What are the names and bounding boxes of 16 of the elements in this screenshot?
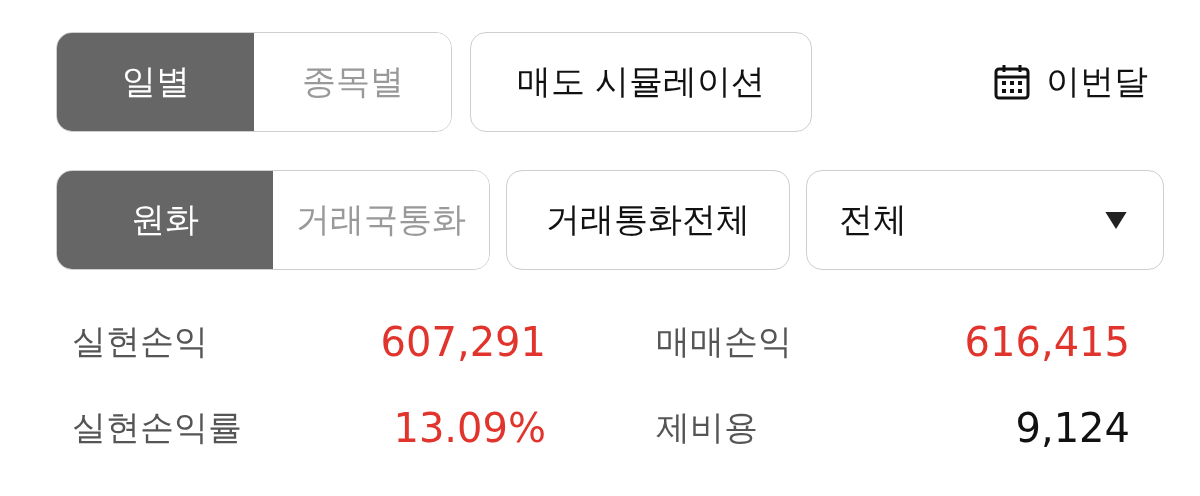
sell-simulation-button[interactable]: 매도 시뮬레이션 [470,32,812,132]
date-range-button[interactable]: 이번달 [992,59,1164,105]
summary-value: 607,291 [380,319,546,365]
summary-label: 제비용 [656,406,758,449]
currency-tab[interactable]: 원화 [57,171,273,269]
summary-value: 9,124 [1015,405,1130,451]
summary-label: 매매손익 [656,320,792,363]
market-dropdown[interactable]: 전체 [806,170,1164,270]
summary-label: 실현손익 [72,320,208,363]
caret-icon [1105,211,1127,229]
period-tab[interactable]: 일별 [57,33,254,131]
calendar-icon [992,62,1032,102]
currency-filter-button[interactable]: 거래통화전체 [506,170,790,270]
summary-value: 616,415 [964,319,1130,365]
summary-label: 실현손익률 [72,406,242,449]
summary-value: 13.09% [393,405,546,451]
